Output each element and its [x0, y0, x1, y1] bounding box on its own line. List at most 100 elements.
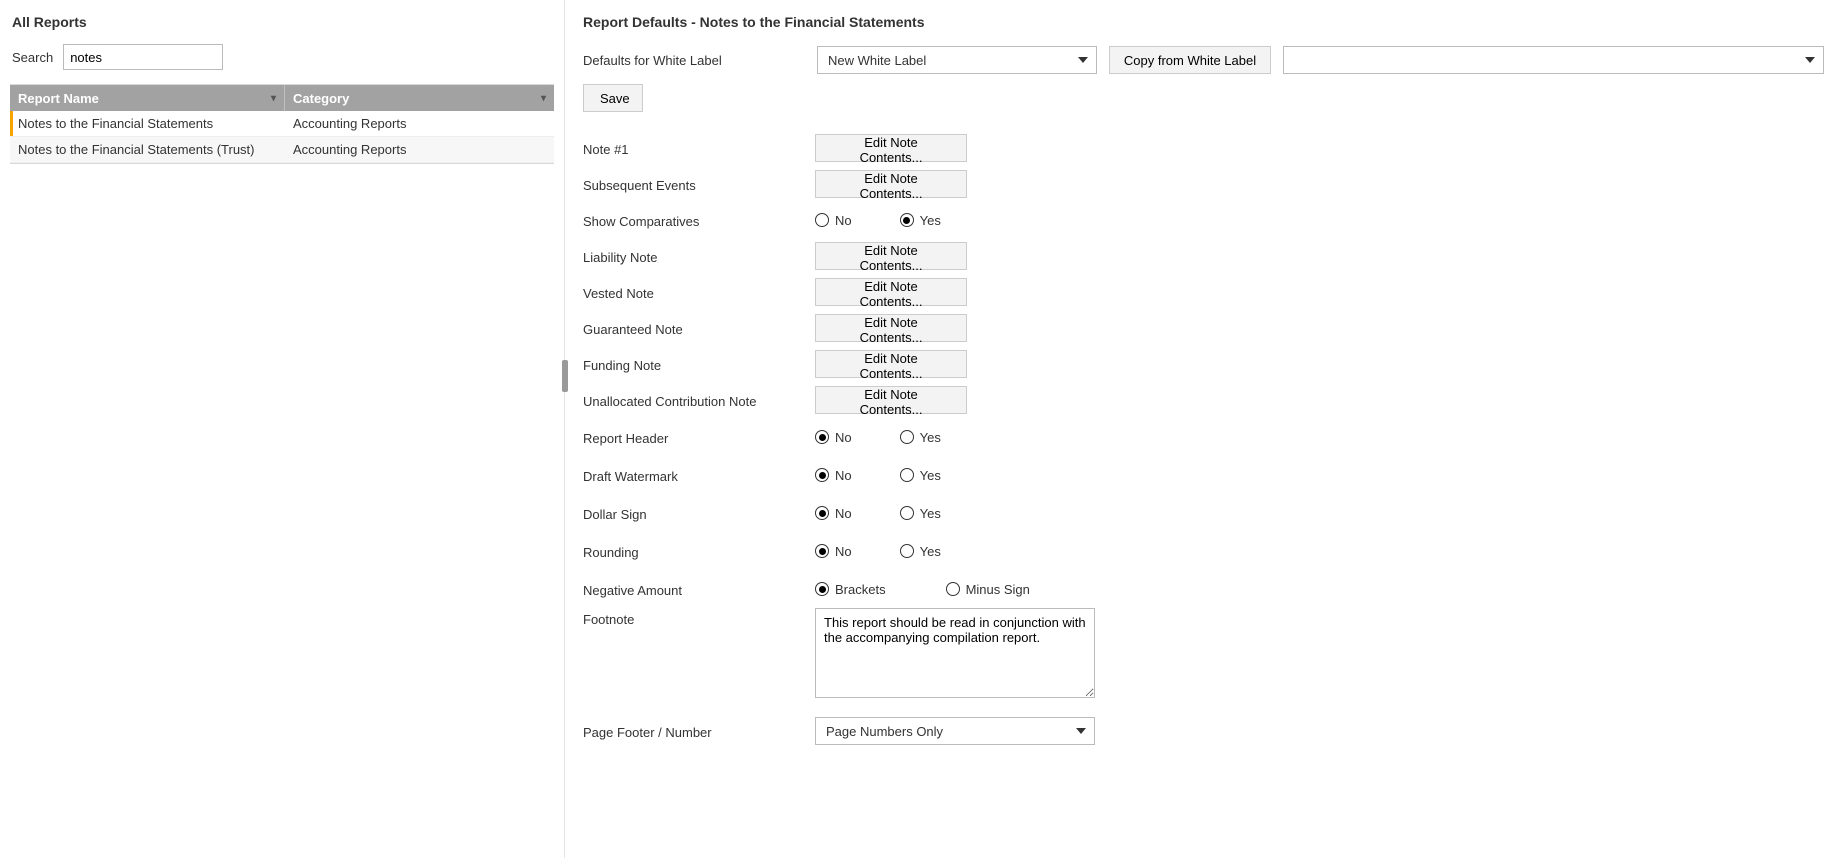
edit-liability-button[interactable]: Edit Note Contents...	[815, 242, 967, 270]
radio-outline-icon	[900, 544, 914, 558]
splitter-handle[interactable]	[562, 360, 568, 392]
save-button[interactable]: Save	[583, 84, 643, 112]
row-rounding: Rounding NoYes	[583, 532, 1830, 570]
reports-grid: Report Name ▾ Category ▾ Notes to the Fi…	[10, 84, 554, 164]
label-show-comparatives: Show Comparatives	[583, 212, 805, 229]
grid-header: Report Name ▾ Category ▾	[10, 85, 554, 111]
row-report-header: Report Header No Yes	[583, 418, 1830, 456]
label-unallocated: Unallocated Contribution Note	[583, 392, 805, 409]
radio-label: Yes	[920, 544, 941, 559]
label-liability: Liability Note	[583, 248, 805, 265]
search-input[interactable]	[63, 44, 223, 70]
radio-outline-icon	[815, 213, 829, 227]
grid-body: Notes to the Financial StatementsAccount…	[10, 111, 554, 163]
row-note1: Note #1 Edit Note Contents...	[583, 130, 1830, 166]
label-report-header: Report Header	[583, 429, 805, 446]
chevron-down-icon	[1805, 57, 1815, 63]
edit-unallocated-button[interactable]: Edit Note Contents...	[815, 386, 967, 414]
radio-label: Yes	[920, 430, 941, 445]
edit-subsequent-button[interactable]: Edit Note Contents...	[815, 170, 967, 198]
table-row[interactable]: Notes to the Financial Statements (Trust…	[10, 137, 554, 163]
table-row[interactable]: Notes to the Financial StatementsAccount…	[10, 111, 554, 137]
radio-label: Yes	[920, 468, 941, 483]
cell-category: Accounting Reports	[285, 142, 554, 157]
radio-dollar_sign-yes[interactable]: Yes	[900, 506, 941, 521]
radio-negative_amount-minus[interactable]: Minus Sign	[946, 582, 1030, 597]
chevron-down-icon: ▾	[541, 93, 546, 104]
rounding-radios: No Yes	[815, 544, 941, 559]
radio-dollar_sign-no[interactable]: No	[815, 506, 852, 521]
radio-rounding-no[interactable]: No	[815, 544, 852, 559]
edit-note1-button[interactable]: Edit Note Contents...	[815, 134, 967, 162]
label-draft-watermark: Draft Watermark	[583, 467, 805, 484]
edit-guaranteed-button[interactable]: Edit Note Contents...	[815, 314, 967, 342]
column-report-name-label: Report Name	[18, 91, 99, 106]
label-negative-amount: Negative Amount	[583, 581, 805, 598]
row-negative-amount: Negative Amount Brackets Minus Sign	[583, 570, 1830, 608]
row-unallocated: Unallocated Contribution Note Edit Note …	[583, 382, 1830, 418]
white-label-dropdown[interactable]: New White Label	[817, 46, 1097, 74]
radio-label: Brackets	[835, 582, 886, 597]
search-label: Search	[12, 50, 53, 65]
label-funding: Funding Note	[583, 356, 805, 373]
radio-label: Yes	[920, 506, 941, 521]
cell-category: Accounting Reports	[285, 116, 554, 131]
column-report-name[interactable]: Report Name ▾	[10, 85, 285, 111]
cell-report-name: Notes to the Financial Statements	[10, 116, 285, 131]
chevron-down-icon	[1076, 728, 1086, 734]
radio-label: No	[835, 213, 852, 228]
chevron-down-icon	[1078, 57, 1088, 63]
left-panel: All Reports Search Report Name ▾ Categor…	[0, 0, 565, 858]
radio-outline-icon	[815, 468, 829, 482]
row-liability: Liability Note Edit Note Contents...	[583, 238, 1830, 274]
row-guaranteed: Guaranteed Note Edit Note Contents...	[583, 310, 1830, 346]
row-subsequent: Subsequent Events Edit Note Contents...	[583, 166, 1830, 202]
row-vested: Vested Note Edit Note Contents...	[583, 274, 1830, 310]
label-page-footer: Page Footer / Number	[583, 723, 805, 740]
radio-block: Report Header No Yes Draft Watermark No Ye…	[583, 418, 1830, 750]
copy-source-dropdown[interactable]	[1283, 46, 1824, 74]
copy-from-white-label-button[interactable]: Copy from White Label	[1109, 46, 1271, 74]
label-vested: Vested Note	[583, 284, 805, 301]
all-reports-title: All Reports	[12, 14, 554, 30]
radio-outline-icon	[815, 430, 829, 444]
radio-negative_amount-brackets[interactable]: Brackets	[815, 582, 886, 597]
radio-rounding-yes[interactable]: Yes	[900, 544, 941, 559]
defaults-for-white-label-text: Defaults for White Label	[583, 53, 805, 68]
row-funding: Funding Note Edit Note Contents...	[583, 346, 1830, 382]
radio-label: Minus Sign	[966, 582, 1030, 597]
radio-outline-icon	[900, 430, 914, 444]
label-note1: Note #1	[583, 140, 805, 157]
row-page-footer: Page Footer / Number Page Numbers Only	[583, 712, 1830, 750]
right-panel: Report Defaults - Notes to the Financial…	[565, 0, 1840, 858]
defaults-top-row: Defaults for White Label New White Label…	[583, 46, 1830, 74]
radio-label: No	[835, 544, 852, 559]
note-edit-block: Note #1 Edit Note Contents... Subsequent…	[583, 130, 1830, 418]
cell-report-name: Notes to the Financial Statements (Trust…	[10, 142, 285, 157]
radio-show_comparatives-yes[interactable]: Yes	[900, 213, 941, 228]
edit-vested-button[interactable]: Edit Note Contents...	[815, 278, 967, 306]
radio-outline-icon	[900, 506, 914, 520]
column-category[interactable]: Category ▾	[285, 85, 554, 111]
row-show-comparatives: Show Comparatives No Yes	[583, 202, 1830, 238]
footnote-textarea[interactable]	[815, 608, 1095, 698]
row-dollar-sign: Dollar Sign No Yes	[583, 494, 1830, 532]
label-dollar-sign: Dollar Sign	[583, 505, 805, 522]
radio-show_comparatives-no[interactable]: No	[815, 213, 852, 228]
radio-report_header-no[interactable]: No	[815, 430, 852, 445]
radio-draft_watermark-no[interactable]: No	[815, 468, 852, 483]
white-label-selected: New White Label	[828, 53, 926, 68]
draft-watermark-radios: No Yes	[815, 468, 941, 483]
dollar-sign-radios: No Yes	[815, 506, 941, 521]
chevron-down-icon: ▾	[271, 93, 276, 104]
radio-label: Yes	[920, 213, 941, 228]
label-guaranteed: Guaranteed Note	[583, 320, 805, 337]
report-defaults-title: Report Defaults - Notes to the Financial…	[583, 14, 1830, 30]
edit-funding-button[interactable]: Edit Note Contents...	[815, 350, 967, 378]
radio-report_header-yes[interactable]: Yes	[900, 430, 941, 445]
radio-outline-icon	[900, 213, 914, 227]
radio-draft_watermark-yes[interactable]: Yes	[900, 468, 941, 483]
negative-amount-radios: Brackets Minus Sign	[815, 582, 1030, 597]
label-footnote: Footnote	[583, 608, 805, 627]
page-footer-dropdown[interactable]: Page Numbers Only	[815, 717, 1095, 745]
